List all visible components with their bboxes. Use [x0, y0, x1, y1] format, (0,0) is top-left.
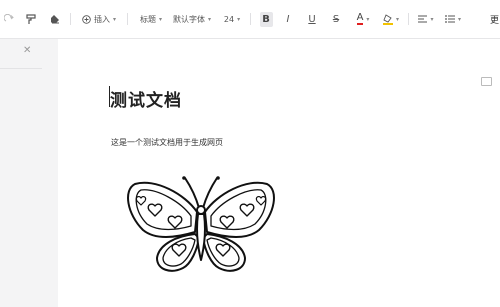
insert-button[interactable]: 插入 ▾	[80, 0, 118, 38]
strikethrough-button[interactable]: S	[329, 0, 343, 38]
more-button[interactable]: 更	[490, 0, 500, 38]
toolbar-divider	[127, 13, 128, 25]
align-button[interactable]: ▾	[416, 0, 436, 38]
chevron-down-icon: ▾	[395, 15, 399, 23]
comment-icon[interactable]	[481, 77, 492, 86]
plus-circle-icon	[82, 14, 91, 24]
highlight-color-button[interactable]: ▾	[380, 0, 402, 38]
paragraph-style-select[interactable]: 标题 ▾	[136, 0, 166, 38]
chevron-down-icon: ▾	[158, 15, 162, 23]
chevron-down-icon: ▾	[366, 15, 370, 23]
document-page[interactable]: 测试文档 这是一个测试文档用于生成网页	[58, 39, 500, 307]
redo-icon[interactable]	[2, 0, 16, 38]
divider	[0, 68, 42, 69]
eraser-icon[interactable]	[48, 0, 62, 38]
insert-label: 插入	[93, 14, 110, 24]
paragraph-style-label: 标题	[139, 14, 156, 24]
font-color-label: A	[356, 12, 364, 25]
format-painter-icon[interactable]	[24, 0, 38, 38]
close-icon[interactable]: ✕	[23, 46, 31, 56]
chevron-down-icon: ▾	[112, 15, 116, 23]
chevron-down-icon: ▾	[457, 15, 461, 23]
toolbar-divider	[250, 13, 251, 25]
chevron-down-icon: ▾	[237, 15, 241, 23]
font-size-label: 24	[223, 14, 235, 24]
font-color-button[interactable]: A ▾	[352, 0, 374, 38]
document-paragraph[interactable]: 这是一个测试文档用于生成网页	[111, 137, 223, 148]
butterfly-image[interactable]	[125, 174, 277, 276]
toolbar-divider	[408, 13, 409, 25]
align-left-icon	[418, 15, 428, 23]
toolbar: 插入 ▾ 标题 ▾ 默认字体 ▾ 24 ▾ B I U S A ▾ ▾ ▾ ▾ …	[0, 0, 500, 39]
left-panel	[0, 39, 58, 307]
bold-button[interactable]: B	[258, 0, 274, 38]
toolbar-divider	[70, 13, 71, 25]
bold-label: B	[259, 11, 273, 27]
bulleted-list-icon	[445, 15, 455, 23]
chevron-down-icon: ▾	[430, 15, 434, 23]
list-button[interactable]: ▾	[443, 0, 463, 38]
font-family-label: 默认字体	[172, 14, 205, 24]
chevron-down-icon: ▾	[207, 15, 211, 23]
italic-button[interactable]: I	[281, 0, 295, 38]
font-family-select[interactable]: 默认字体 ▾	[172, 0, 212, 38]
document-title[interactable]: 测试文档	[110, 86, 182, 111]
font-size-select[interactable]: 24 ▾	[220, 0, 244, 38]
highlighter-icon	[382, 13, 393, 25]
underline-button[interactable]: U	[305, 0, 319, 38]
